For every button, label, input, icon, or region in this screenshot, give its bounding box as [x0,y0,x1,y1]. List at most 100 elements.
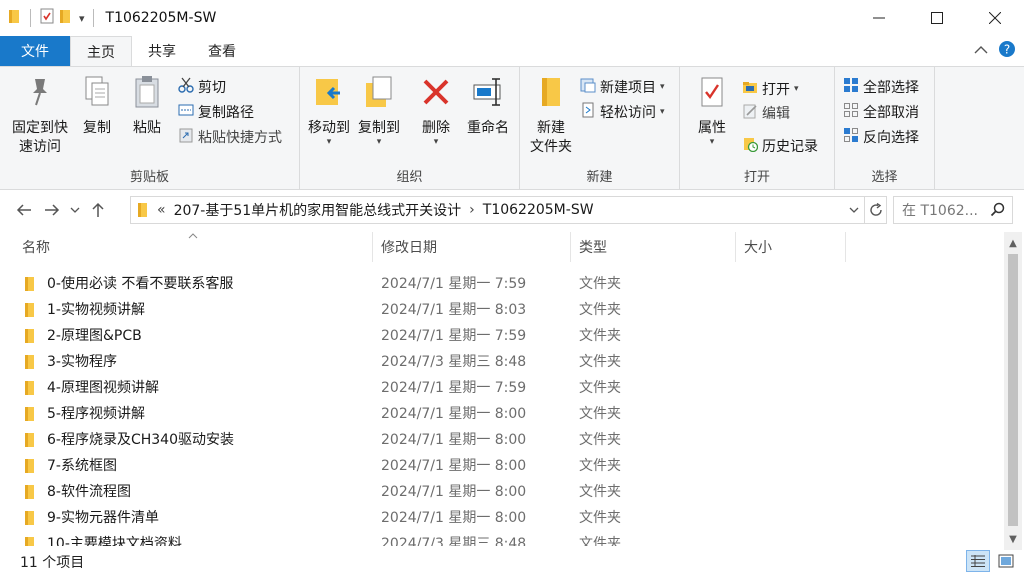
paste-shortcut-button[interactable]: 粘贴快捷方式 [178,125,282,149]
collapse-ribbon-icon[interactable] [974,44,988,59]
address-bar[interactable]: « 207-基于51单片机的家用智能总线式开关设计 › T1062205M-SW [130,196,887,224]
quick-access-dropdown[interactable]: ▾ [79,12,85,25]
tab-view[interactable]: 查看 [192,36,252,66]
open-group: 属性 ▾ 打开 ▾ 编辑 历史记录 打开 [680,67,835,189]
file-type: 文件夹 [579,328,621,344]
file-type: 文件夹 [579,380,621,396]
column-header-name[interactable]: 名称 [22,232,50,262]
file-name: 1-实物视频讲解 [47,302,145,318]
tab-share[interactable]: 共享 [132,36,192,66]
breadcrumb-item[interactable]: 207-基于51单片机的家用智能总线式开关设计 [174,200,462,220]
maximize-button[interactable] [908,0,966,36]
breadcrumb-item[interactable]: T1062205M-SW [483,202,594,218]
help-icon[interactable]: ? [998,40,1016,62]
new-item-icon [580,77,596,97]
paste-button[interactable]: 粘贴 [126,75,168,138]
navigation-bar: « 207-基于51单片机的家用智能总线式开关设计 › T1062205M-SW… [0,193,1024,227]
edit-button[interactable]: 编辑 [742,101,790,125]
folder-icon [24,432,36,452]
tab-home[interactable]: 主页 [70,36,132,66]
properties-quick-icon[interactable] [39,8,55,28]
forward-button[interactable] [38,195,66,225]
file-name: 5-程序视频讲解 [47,406,145,422]
list-item[interactable]: 9-实物元器件清单 2024/7/1 星期一 8:00 文件夹 [0,504,1000,530]
up-button[interactable] [84,195,112,225]
svg-text:?: ? [1004,43,1010,57]
search-input[interactable]: 在 T1062... [893,196,1013,224]
minimize-button[interactable] [850,0,908,36]
select-none-icon [843,102,859,122]
divider [92,9,94,27]
column-header-size[interactable]: 大小 [744,232,772,262]
copy-path-button[interactable]: 复制路径 [178,100,254,124]
select-group-label: 选择 [871,170,898,185]
file-name: 9-实物元器件清单 [47,510,159,526]
details-view-button[interactable] [966,550,990,572]
list-item[interactable]: 3-实物程序 2024/7/3 星期三 8:48 文件夹 [0,348,1000,374]
list-item[interactable]: 4-原理图视频讲解 2024/7/1 星期一 7:59 文件夹 [0,374,1000,400]
list-item[interactable]: 10-主要模块文档资料 2024/7/3 星期三 8:48 文件夹 [0,530,1000,546]
file-date: 2024/7/1 星期一 7:59 [381,276,527,292]
copy-to-button[interactable]: 复制到 ▾ [354,75,404,147]
scrollbar-thumb[interactable] [1008,254,1018,526]
copy-button[interactable]: 复制 [76,75,118,138]
folder-icon [137,202,149,218]
chevron-down-icon: ▾ [794,84,799,94]
file-name: 6-程序烧录及CH340驱动安装 [47,432,234,448]
clipboard-group: 固定到快 速访问 复制 粘贴 剪切 复制路径 粘贴快捷方式 剪贴板 [0,67,300,189]
cut-button[interactable]: 剪切 [178,75,226,99]
column-header-type[interactable]: 类型 [579,232,607,262]
list-item[interactable]: 1-实物视频讲解 2024/7/1 星期一 8:03 文件夹 [0,296,1000,322]
vertical-scrollbar[interactable]: ▲ ▼ [1004,232,1022,550]
column-divider[interactable] [372,232,373,262]
new-item-button[interactable]: 新建项目 ▾ [580,75,665,99]
folder-icon [24,406,36,426]
folder-icon [24,276,36,296]
close-button[interactable] [966,0,1024,36]
file-date: 2024/7/1 星期一 8:00 [381,406,527,422]
address-dropdown-icon[interactable] [844,206,864,214]
list-item[interactable]: 6-程序烧录及CH340驱动安装 2024/7/1 星期一 8:00 文件夹 [0,426,1000,452]
open-button[interactable]: 打开 ▾ [742,77,799,101]
scroll-down-button[interactable]: ▼ [1004,530,1022,548]
column-divider[interactable] [845,232,846,262]
select-all-button[interactable]: 全部选择 [843,75,919,99]
breadcrumb-overflow[interactable]: « [157,202,166,218]
list-item[interactable]: 8-软件流程图 2024/7/1 星期一 8:00 文件夹 [0,478,1000,504]
refresh-icon[interactable] [864,197,886,223]
list-item[interactable]: 7-系统框图 2024/7/1 星期一 8:00 文件夹 [0,452,1000,478]
history-button[interactable]: 历史记录 [742,134,818,158]
tab-file[interactable]: 文件 [0,36,70,66]
invert-selection-button[interactable]: 反向选择 [843,125,919,149]
delete-button[interactable]: 删除 ▾ [416,75,456,147]
back-button[interactable] [10,195,38,225]
file-date: 2024/7/1 星期一 7:59 [381,380,527,396]
folder-icon [24,536,36,546]
pin-to-quick-access-button[interactable]: 固定到快 速访问 [8,75,72,157]
breadcrumb-separator[interactable]: › [469,202,475,218]
properties-button[interactable]: 属性 ▾ [692,75,732,147]
scroll-up-button[interactable]: ▲ [1004,234,1022,252]
easy-access-button[interactable]: 轻松访问 ▾ [580,100,665,124]
list-item[interactable]: 5-程序视频讲解 2024/7/1 星期一 8:00 文件夹 [0,400,1000,426]
file-name: 2-原理图&PCB [47,328,142,344]
new-folder-button[interactable]: 新建 文件夹 [526,75,576,157]
move-to-button[interactable]: 移动到 ▾ [304,75,354,147]
select-none-button[interactable]: 全部取消 [843,100,919,124]
chevron-down-icon: ▾ [709,137,715,147]
file-type: 文件夹 [579,458,621,474]
large-icons-view-button[interactable] [994,550,1018,572]
file-type: 文件夹 [579,536,621,546]
ribbon-controls: ? [974,36,1016,66]
new-folder-quick-icon[interactable] [59,8,73,28]
list-item[interactable]: 0-使用必读 不看不要联系客服 2024/7/1 星期一 7:59 文件夹 [0,270,1000,296]
column-divider[interactable] [735,232,736,262]
scissors-icon [178,77,194,97]
column-header-date[interactable]: 修改日期 [381,232,437,262]
chevron-down-icon: ▾ [660,107,665,117]
recent-locations-button[interactable] [66,195,84,225]
column-divider[interactable] [570,232,571,262]
rename-button[interactable]: 重命名 [462,75,514,138]
list-item[interactable]: 2-原理图&PCB 2024/7/1 星期一 7:59 文件夹 [0,322,1000,348]
view-switcher [966,550,1018,572]
